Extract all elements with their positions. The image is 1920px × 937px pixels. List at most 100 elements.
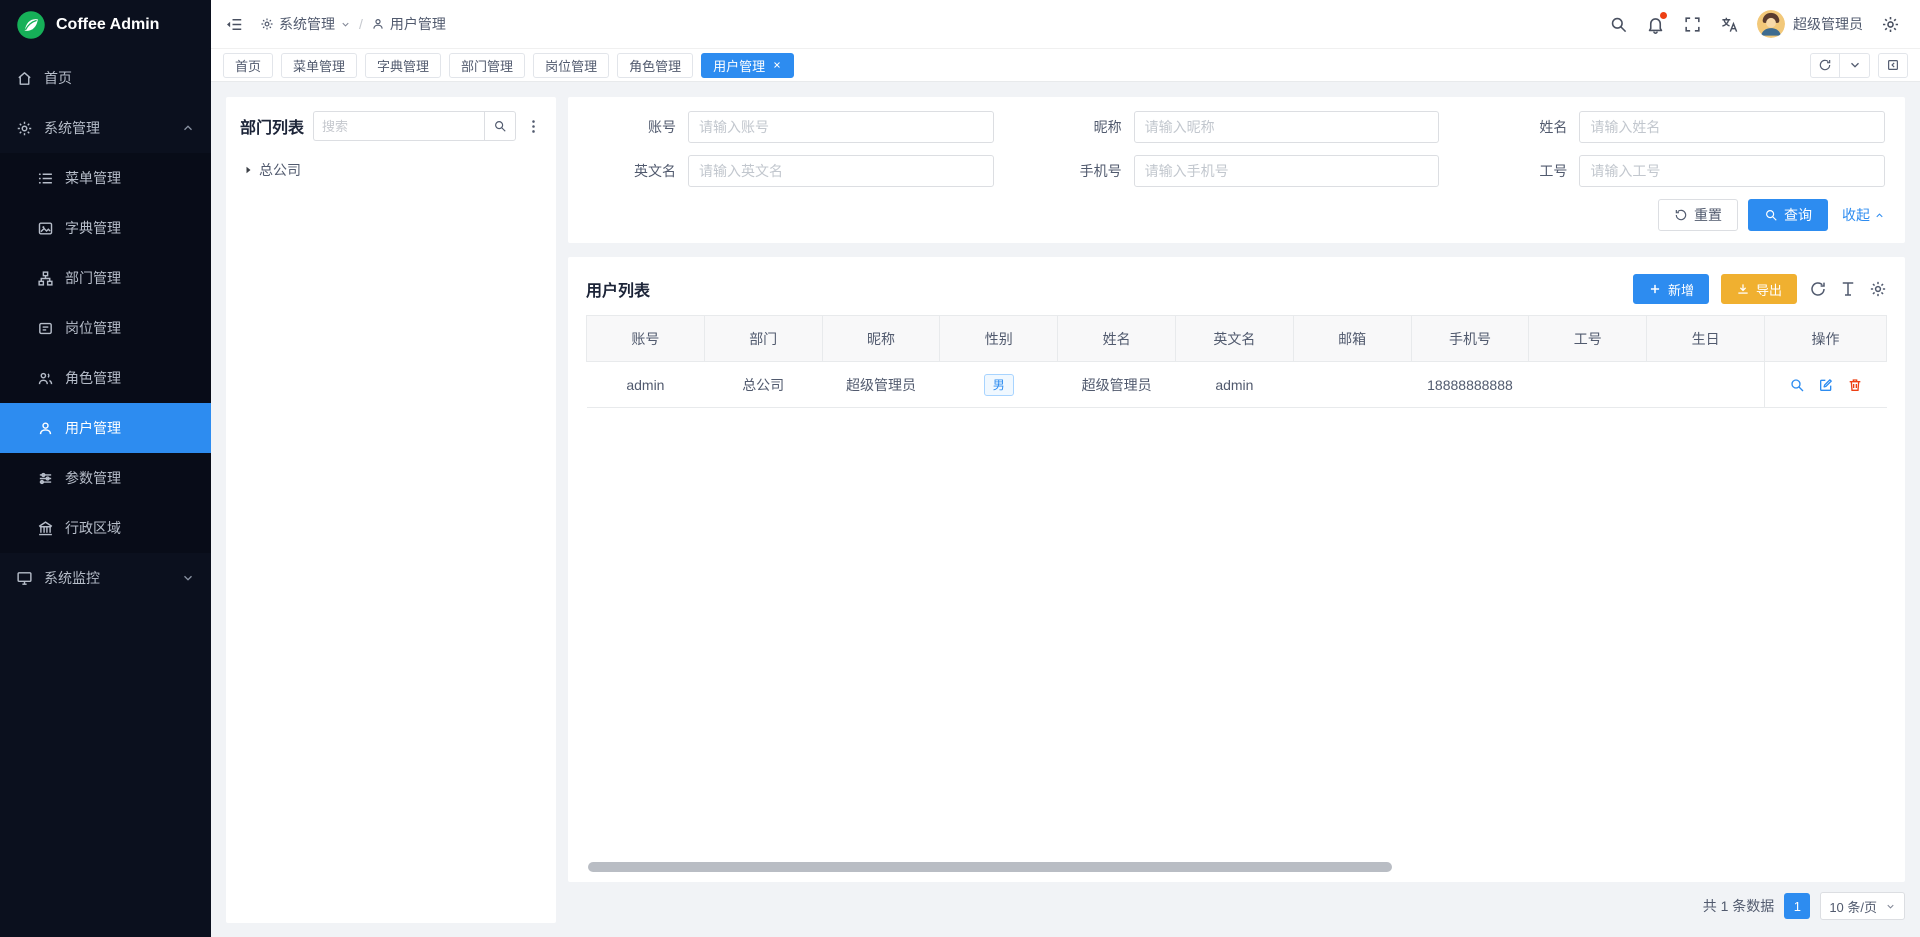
fullscreen-icon[interactable] <box>1683 15 1702 34</box>
english-name-input[interactable] <box>688 155 994 187</box>
page-1-button[interactable]: 1 <box>1784 893 1810 919</box>
horizontal-scrollbar-thumb[interactable] <box>588 862 1392 872</box>
sidebar-item-system-monitor[interactable]: 系统监控 <box>0 553 211 603</box>
export-button-label: 导出 <box>1756 280 1782 299</box>
header-actions: 超级管理员 <box>1609 10 1900 38</box>
form-field-job-number: 工号 <box>1479 155 1885 187</box>
chevron-down-icon <box>1885 901 1896 912</box>
table-config-gear-icon[interactable] <box>1869 280 1887 298</box>
cell-account: admin <box>587 362 705 408</box>
sidebar-item-label: 用户管理 <box>65 418 121 438</box>
tree-item-head-office[interactable]: 总公司 <box>240 155 542 185</box>
breadcrumb-label: 系统管理 <box>279 14 335 34</box>
chevron-down-icon <box>181 571 195 585</box>
column-header-job-number: 工号 <box>1529 316 1647 362</box>
tab-user-mgmt[interactable]: 用户管理 <box>701 53 794 78</box>
tab-post-mgmt[interactable]: 岗位管理 <box>533 53 609 78</box>
job-number-input[interactable] <box>1579 155 1885 187</box>
breadcrumb-label: 用户管理 <box>390 14 446 34</box>
search-icon[interactable] <box>1609 15 1628 34</box>
cell-department: 总公司 <box>704 362 822 408</box>
sidebar-item-home[interactable]: 首页 <box>0 53 211 103</box>
department-panel-header: 部门列表 <box>240 111 542 141</box>
more-options-icon[interactable] <box>525 118 542 135</box>
horizontal-scrollbar <box>588 862 1885 872</box>
tab-actions <box>1810 53 1908 78</box>
dept-search-button[interactable] <box>484 111 516 141</box>
refresh-tabs-icon[interactable] <box>1810 53 1840 78</box>
translate-icon[interactable] <box>1720 15 1739 34</box>
query-button[interactable]: 查询 <box>1748 199 1828 231</box>
search-icon <box>493 119 507 133</box>
name-input[interactable] <box>1579 111 1885 143</box>
sidebar-item-post-mgmt[interactable]: 岗位管理 <box>0 303 211 353</box>
app-logo[interactable]: Coffee Admin <box>0 0 211 49</box>
sidebar-item-dict-mgmt[interactable]: 字典管理 <box>0 203 211 253</box>
dept-search <box>313 111 516 141</box>
sidebar-item-param-mgmt[interactable]: 参数管理 <box>0 453 211 503</box>
collapse-form-link[interactable]: 收起 <box>1842 205 1885 225</box>
notification-dot <box>1660 12 1667 19</box>
tab-dict-mgmt[interactable]: 字典管理 <box>365 53 441 78</box>
plus-icon <box>1648 282 1662 296</box>
content-fullscreen-icon[interactable] <box>1878 53 1908 78</box>
search-form-actions: 重置 查询 收起 <box>588 199 1885 231</box>
phone-input[interactable] <box>1134 155 1440 187</box>
search-form-card: 账号 昵称 姓名 英文名 <box>568 97 1905 243</box>
column-settings-icon[interactable] <box>1839 280 1857 298</box>
sidebar-item-dept-mgmt[interactable]: 部门管理 <box>0 253 211 303</box>
search-form: 账号 昵称 姓名 英文名 <box>588 111 1885 187</box>
tab-menu-mgmt[interactable]: 菜单管理 <box>281 53 357 78</box>
right-column: 账号 昵称 姓名 英文名 <box>568 97 1905 923</box>
sidebar-item-label: 字典管理 <box>65 218 121 238</box>
tab-home[interactable]: 首页 <box>223 53 273 78</box>
page-size-label: 10 条/页 <box>1829 897 1877 916</box>
breadcrumb-system-mgmt[interactable]: 系统管理 <box>260 14 351 34</box>
field-label: 手机号 <box>1034 161 1134 181</box>
org-tree-icon <box>37 270 54 287</box>
chevron-down-icon <box>340 19 351 30</box>
content-area: 部门列表 总公司 <box>211 82 1920 937</box>
sidebar-item-menu-mgmt[interactable]: 菜单管理 <box>0 153 211 203</box>
department-panel: 部门列表 总公司 <box>226 97 556 923</box>
username: 超级管理员 <box>1793 14 1863 34</box>
edit-user-icon[interactable] <box>1818 377 1834 393</box>
download-icon <box>1736 282 1750 296</box>
list-icon <box>37 170 54 187</box>
tab-role-mgmt[interactable]: 角色管理 <box>617 53 693 78</box>
tab-list-dropdown-icon[interactable] <box>1840 53 1870 78</box>
column-header-nickname: 昵称 <box>822 316 940 362</box>
sidebar-collapse-icon[interactable] <box>225 15 244 34</box>
close-tab-icon[interactable] <box>772 60 782 70</box>
notification-bell-icon[interactable] <box>1646 15 1665 34</box>
reset-button[interactable]: 重置 <box>1658 199 1738 231</box>
app-root: Coffee Admin 首页 系统管理 菜单管理 字典管理 <box>0 0 1920 937</box>
table-actions: 新增 导出 <box>1633 274 1887 304</box>
account-input[interactable] <box>688 111 994 143</box>
user-list-card: 用户列表 新增 导出 <box>568 257 1905 882</box>
gear-icon[interactable] <box>1881 15 1900 34</box>
sidebar-item-system-mgmt[interactable]: 系统管理 <box>0 103 211 153</box>
page-size-select[interactable]: 10 条/页 <box>1820 892 1905 920</box>
sidebar-item-role-mgmt[interactable]: 角色管理 <box>0 353 211 403</box>
column-header-email: 邮箱 <box>1293 316 1411 362</box>
sidebar-item-region-mgmt[interactable]: 行政区域 <box>0 503 211 553</box>
sidebar-item-user-mgmt[interactable]: 用户管理 <box>0 403 211 453</box>
add-user-button[interactable]: 新增 <box>1633 274 1709 304</box>
view-user-icon[interactable] <box>1789 377 1805 393</box>
tab-label: 菜单管理 <box>293 56 345 75</box>
nickname-input[interactable] <box>1134 111 1440 143</box>
caret-right-icon[interactable] <box>242 164 254 176</box>
delete-user-icon[interactable] <box>1847 377 1863 393</box>
dept-search-input[interactable] <box>313 111 484 141</box>
tab-dept-mgmt[interactable]: 部门管理 <box>449 53 525 78</box>
sliders-icon <box>37 470 54 487</box>
tab-label: 用户管理 <box>713 56 765 75</box>
refresh-table-icon[interactable] <box>1809 280 1827 298</box>
user-menu[interactable]: 超级管理员 <box>1757 10 1863 38</box>
breadcrumb-user-mgmt[interactable]: 用户管理 <box>371 14 446 34</box>
chevron-up-icon <box>1874 210 1885 221</box>
export-button[interactable]: 导出 <box>1721 274 1797 304</box>
table-empty-space <box>586 408 1887 856</box>
sidebar-menu: 首页 系统管理 菜单管理 字典管理 部门管理 <box>0 49 211 937</box>
